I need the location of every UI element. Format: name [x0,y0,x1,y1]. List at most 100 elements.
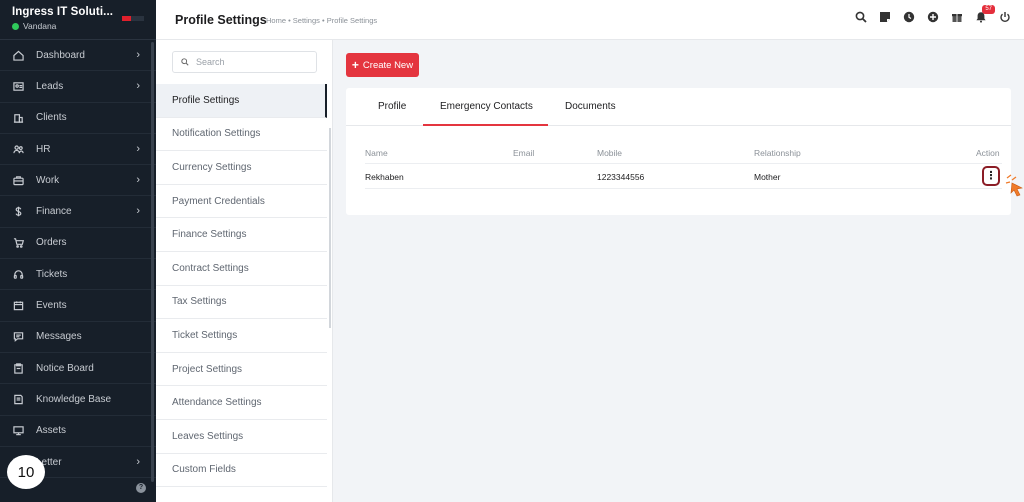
sidebar-item-clients[interactable]: Clients [0,103,156,134]
online-status-dot [12,22,19,30]
id-card-icon [12,80,24,92]
sidebar-item-label: Messages [36,331,82,343]
cursor-pointer-icon [1005,174,1023,197]
table-row: Rekhaben 1223344556 Mother ⋮ [365,163,1002,189]
clipboard-icon [12,362,24,374]
sidebar-item-assets[interactable]: Assets [0,416,156,447]
tab-documents[interactable]: Documents [565,101,616,112]
settings-menu-scrollbar[interactable] [329,128,331,328]
tab-emergency-contacts[interactable]: Emergency Contacts [440,101,533,112]
settings-menu-item-project-settings[interactable]: Project Settings [156,353,327,387]
building-icon [12,112,24,124]
sidebar: Ingress IT Soluti... Vandana Dashboard › L… [0,0,156,502]
sidebar-item-label: Tickets [36,268,68,280]
user-name: Vandana [23,21,57,31]
settings-menu-item-leaves-settings[interactable]: Leaves Settings [156,420,327,454]
plus-icon: + [351,58,359,72]
settings-menu-item-finance-settings[interactable]: Finance Settings [156,218,327,252]
dollar-icon [12,206,24,218]
main-content: + Create New Profile Emergency Contacts … [333,40,1024,502]
sidebar-item-messages[interactable]: Messages [0,322,156,353]
tabs: Profile Emergency Contacts Documents [346,88,1011,126]
gift-icon[interactable] [950,10,964,24]
settings-menu-list: Profile Settings Notification Settings Cur… [156,84,327,488]
settings-menu-item-currency-settings[interactable]: Currency Settings [156,151,327,185]
settings-menu: Profile SettingsNotification SettingsCur… [156,40,333,502]
column-header-mobile: Mobile [597,148,623,158]
sidebar-item-label: Work [36,174,60,186]
sidebar-item-events[interactable]: Events [0,290,156,322]
headset-icon [12,268,24,280]
sticky-note-icon[interactable] [878,10,892,24]
sidebar-item-label: Dashboard [36,49,85,61]
settings-menu-item-custom-fields[interactable]: Custom Fields [156,454,327,488]
chevron-right-icon[interactable]: › [136,456,140,468]
chevron-right-icon[interactable]: › [136,205,140,217]
settings-menu-item-notification-settings[interactable]: Notification Settings [156,118,327,152]
briefcase-icon [12,174,24,186]
settings-menu-item-attendance-settings[interactable]: Attendance Settings [156,386,327,420]
column-header-email: Email [513,148,535,158]
power-icon[interactable] [998,10,1012,24]
create-new-button[interactable]: + Create New [346,53,419,77]
settings-search[interactable] [172,51,317,73]
add-circle-icon[interactable] [926,10,940,24]
top-actions: 57 [854,5,1012,24]
chevron-right-icon[interactable]: › [136,80,140,92]
sidebar-item-work[interactable]: Work › [0,165,156,197]
sidebar-item-label: Leads [36,80,64,92]
search-icon [181,58,189,66]
settings-menu-item-ticket-settings[interactable]: Ticket Settings [156,319,327,353]
top-bar: Profile Settings Home • Settings • Profi… [156,0,1024,40]
flag-icon [122,16,144,21]
breadcrumb: Home • Settings • Profile Settings [266,16,378,25]
cart-icon [12,237,24,249]
sidebar-item-label: HR [36,143,51,155]
chevron-right-icon[interactable]: › [136,174,140,186]
sidebar-item-label: Clients [36,112,67,124]
cell-mobile: 1223344556 [597,172,645,182]
sidebar-item-tickets[interactable]: Tickets [0,259,156,291]
sidebar-item-orders[interactable]: Orders [0,228,156,260]
brand-header[interactable]: Ingress IT Soluti... Vandana [0,0,156,40]
settings-menu-item-payment-credentials[interactable]: Payment Credentials [156,185,327,219]
sidebar-item-hr[interactable]: HR › [0,134,156,166]
tab-profile[interactable]: Profile [378,101,406,112]
settings-menu-item-tax-settings[interactable]: Tax Settings [156,286,327,320]
active-tab-indicator [423,124,548,126]
settings-menu-item-profile-settings[interactable]: Profile Settings [156,84,327,118]
cell-relationship: Mother [754,172,781,182]
emergency-contacts-card: Profile Emergency Contacts Documents Nam… [346,88,1011,215]
column-header-name: Name [365,148,388,158]
row-action-menu-button[interactable]: ⋮ [982,166,1000,186]
monitor-icon [12,425,24,437]
sidebar-item-dashboard[interactable]: Dashboard › [0,40,156,72]
create-new-label: Create New [362,59,414,71]
current-user: Vandana [12,21,156,31]
sidebar-item-leads[interactable]: Leads › [0,71,156,103]
sidebar-item-label: Finance [36,206,72,218]
people-icon [12,143,24,155]
column-header-action: Action [976,148,1000,158]
search-input[interactable] [196,57,306,67]
sidebar-item-label: Knowledge Base [36,393,112,405]
calendar-icon [12,300,24,312]
step-badge: 10 [7,455,45,489]
chevron-right-icon[interactable]: › [136,143,140,155]
sidebar-scrollbar[interactable] [151,42,154,482]
help-icon[interactable]: ? [136,483,146,493]
bell-icon[interactable]: 57 [974,5,995,24]
chat-icon [12,331,24,343]
search-icon[interactable] [854,10,868,24]
settings-menu-item-contract-settings[interactable]: Contract Settings [156,252,327,286]
home-icon [12,49,24,61]
sidebar-item-finance[interactable]: Finance › [0,196,156,228]
page-title: Profile Settings [175,13,267,27]
sidebar-item-label: Notice Board [36,362,94,374]
sidebar-item-notice-board[interactable]: Notice Board [0,353,156,385]
book-icon [12,393,24,405]
cell-name: Rekhaben [365,172,404,182]
sidebar-item-knowledge-base[interactable]: Knowledge Base [0,384,156,416]
clock-icon[interactable] [902,10,916,24]
chevron-right-icon[interactable]: › [136,49,140,61]
